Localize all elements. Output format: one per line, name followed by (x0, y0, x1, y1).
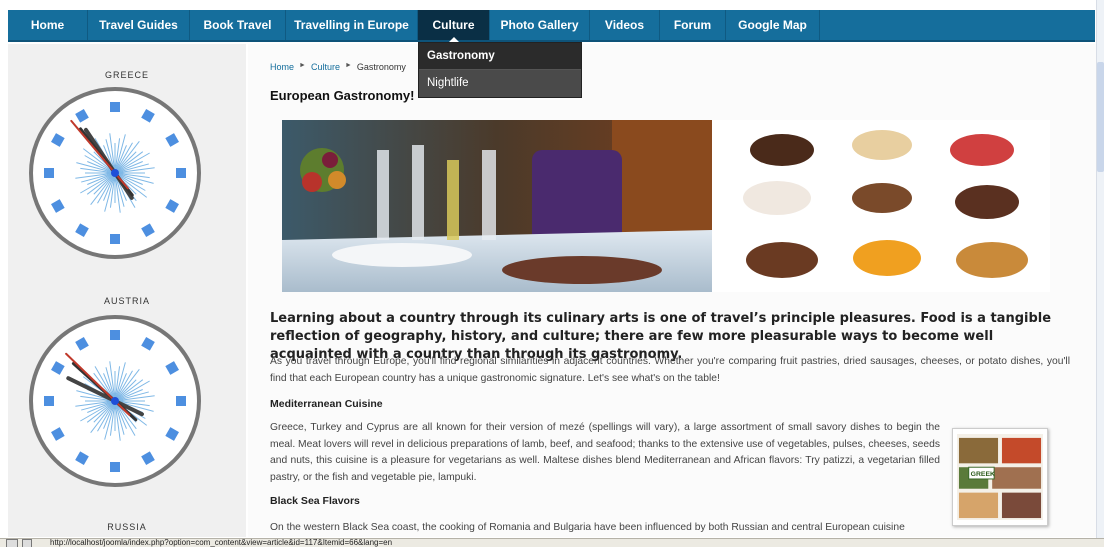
clock-hour-mark (110, 234, 120, 244)
nav-forum-label: Forum (673, 18, 712, 32)
section-text-black-sea: On the western Black Sea coast, the cook… (270, 522, 905, 533)
section-text-mediterranean: Greece, Turkey and Cyprus are all known … (270, 422, 940, 483)
clock-hour-mark (44, 396, 54, 406)
clock-hour-mark (176, 168, 186, 178)
article-content: Home ► Culture ► Gastronomy European Gas… (248, 44, 1096, 537)
breadcrumb-current: Gastronomy (356, 62, 406, 72)
clock-austria (29, 315, 201, 487)
clock-center-dot (111, 169, 119, 177)
culture-dropdown-menu: Gastronomy Nightlife (418, 42, 582, 98)
nav-photo-gallery[interactable]: Photo Gallery (490, 10, 590, 40)
clock-hour-mark (110, 330, 120, 340)
breadcrumb-separator-icon: ► (299, 62, 306, 69)
section-title-black-sea: Black Sea Flavors (270, 495, 360, 507)
nav-culture[interactable]: Culture (418, 10, 490, 42)
article-title: European Gastronomy! (270, 88, 415, 103)
nav-travel-guides-label: Travel Guides (99, 18, 178, 32)
status-dropdown-icon[interactable] (22, 539, 32, 547)
clock-label-russia: RUSSIA (107, 522, 147, 532)
thumb-caption: GREEK (971, 471, 995, 478)
nav-travelling-in-europe[interactable]: Travelling in Europe (286, 10, 418, 40)
clock-label-greece: GREECE (104, 70, 149, 80)
menu-item-nightlife[interactable]: Nightlife (419, 70, 581, 97)
nav-home[interactable]: Home (8, 10, 88, 40)
nav-videos[interactable]: Videos (590, 10, 660, 40)
nav-home-label: Home (30, 18, 65, 32)
hero-food-image (282, 120, 1050, 292)
nav-travelling-in-europe-label: Travelling in Europe (294, 18, 409, 32)
greek-food-collage-image: GREEK (957, 434, 1043, 520)
nav-book-travel-label: Book Travel (203, 18, 272, 32)
main-navigation: Home Travel Guides Book Travel Travellin… (8, 10, 1095, 42)
clock-center-dot (111, 397, 119, 405)
status-url: http://localhost/joomla/index.php?option… (50, 538, 393, 547)
nav-culture-label: Culture (432, 18, 475, 32)
clock-hour-mark (110, 462, 120, 472)
breadcrumb-culture[interactable]: Culture (311, 62, 340, 72)
clock-hour-mark (176, 396, 186, 406)
breadcrumb-home[interactable]: Home (270, 62, 294, 72)
greek-food-thumbnail[interactable]: GREEK (952, 428, 1048, 526)
nav-forum[interactable]: Forum (660, 10, 726, 40)
sidebar-world-clocks: GREECE AUSTRIA RUSSIA (8, 44, 246, 537)
clock-hour-mark (110, 102, 120, 112)
vertical-scrollbar-thumb[interactable] (1097, 62, 1104, 172)
nav-videos-label: Videos (604, 18, 645, 32)
nav-travel-guides[interactable]: Travel Guides (88, 10, 190, 40)
menu-item-gastronomy[interactable]: Gastronomy (419, 43, 581, 70)
browser-status-bar: http://localhost/joomla/index.php?option… (0, 538, 1104, 547)
nav-book-travel[interactable]: Book Travel (190, 10, 286, 40)
clock-greece (29, 87, 201, 259)
clock-label-austria: AUSTRIA (103, 296, 150, 306)
status-page-icon (6, 539, 18, 547)
breadcrumb-separator-icon: ► (344, 62, 352, 69)
section-title-mediterranean: Mediterranean Cuisine (270, 398, 383, 410)
breadcrumb: Home ► Culture ► Gastronomy (270, 62, 406, 72)
nav-google-map-label: Google Map (738, 18, 807, 32)
nav-google-map[interactable]: Google Map (726, 10, 820, 40)
nav-photo-gallery-label: Photo Gallery (500, 18, 579, 32)
article-intro: As you travel through Europe, you'll fin… (270, 356, 1070, 384)
clock-hour-mark (44, 168, 54, 178)
